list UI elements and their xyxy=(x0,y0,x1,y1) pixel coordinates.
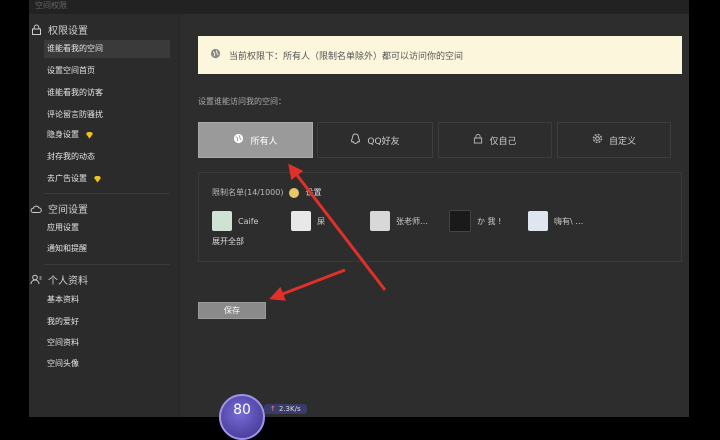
coin-icon xyxy=(289,187,300,198)
option-label: 仅自己 xyxy=(489,136,517,147)
sidebar-item-label: 应用设置 xyxy=(47,223,79,232)
friend-name: か 我 ! xyxy=(477,216,502,226)
friend-item[interactable]: Caife xyxy=(212,211,258,231)
sidebar-item-label: 设置空间首页 xyxy=(47,66,95,75)
sidebar-item-label: 谁能看我的空间 xyxy=(47,44,103,53)
sidebar-item-anti-harass[interactable]: 评论留言防骚扰 xyxy=(44,106,170,124)
sidebar-item-label: 空间资料 xyxy=(47,338,79,347)
floating-score-ball[interactable]: 80 xyxy=(219,394,265,440)
sidebar-item-who-can-view[interactable]: 谁能看我的空间 xyxy=(44,40,170,58)
vip-diamond-icon xyxy=(94,175,101,183)
avatar xyxy=(212,211,232,231)
restrict-label: 限制名单(14/1000) xyxy=(212,188,284,197)
sidebar-item-label: 隐身设置 xyxy=(47,130,79,139)
sidebar-item-invisible[interactable]: 隐身设置 xyxy=(44,126,170,144)
sidebar-item-label: 去广告设置 xyxy=(47,174,87,183)
person-icon xyxy=(30,274,42,286)
sidebar-item-label: 基本资料 xyxy=(47,295,79,304)
score-value: 80 xyxy=(233,402,251,418)
sidebar-item-visitors[interactable]: 谁能看我的访客 xyxy=(44,84,170,102)
friend-name: 张老师… xyxy=(396,216,428,226)
sidebar-item-basic-info[interactable]: 基本资料 xyxy=(44,291,170,309)
net-speed-badge: ↑ 2.3K/s xyxy=(264,404,307,414)
group-header-space: 空间设置 xyxy=(30,201,88,216)
option-only-me[interactable]: 仅自己 xyxy=(438,122,552,158)
avatar xyxy=(449,210,471,232)
sidebar-item-remove-ads[interactable]: 去广告设置 xyxy=(44,170,170,188)
vip-diamond-icon xyxy=(86,131,93,139)
restrict-panel xyxy=(198,172,682,262)
qq-icon xyxy=(350,132,361,148)
sidebar-item-homepage[interactable]: 设置空间首页 xyxy=(44,62,170,80)
avatar xyxy=(528,211,548,231)
sidebar-item-label: 评论留言防骚扰 xyxy=(47,110,103,119)
sidebar-item-notifications[interactable]: 通知和提醒 xyxy=(44,240,170,258)
option-everyone[interactable]: 所有人 xyxy=(198,122,313,158)
notice-text: 当前权限下：所有人（限制名单除外）都可以访问你的空间 xyxy=(229,51,464,62)
gear-icon xyxy=(592,133,603,147)
avatar xyxy=(370,211,390,231)
sidebar-item-hobbies[interactable]: 我的爱好 xyxy=(44,313,170,331)
cloud-icon xyxy=(30,203,42,215)
globe-icon xyxy=(210,48,221,62)
group-title: 空间设置 xyxy=(48,205,88,216)
group-header-profile: 个人资料 xyxy=(30,272,88,287)
divider xyxy=(44,264,170,265)
lock-icon xyxy=(30,24,42,36)
group-header-permissions: 权限设置 xyxy=(30,22,88,37)
friend-name: 嗨有\ … xyxy=(554,216,584,226)
sidebar-item-app-settings[interactable]: 应用设置 xyxy=(44,219,170,237)
restrict-settings-link[interactable]: 设置 xyxy=(305,187,321,198)
lock-icon xyxy=(473,133,483,147)
expand-all-link[interactable]: 展开全部 xyxy=(212,236,244,247)
section-label: 设置谁能访问我的空间： xyxy=(198,97,286,106)
sidebar-item-space-avatar[interactable]: 空间头像 xyxy=(44,355,170,373)
sidebar-item-label: 我的爱好 xyxy=(47,317,79,326)
option-label: 所有人 xyxy=(250,136,278,147)
window-title: 空间权限 xyxy=(35,1,67,10)
avatar xyxy=(291,211,311,231)
option-label: 自定义 xyxy=(608,136,636,147)
sidebar-item-space-info[interactable]: 空间资料 xyxy=(44,334,170,352)
title-bar: 空间权限 xyxy=(29,0,689,14)
friend-item[interactable]: 张老师… xyxy=(370,211,428,231)
divider xyxy=(44,193,170,194)
permission-notice: 当前权限下：所有人（限制名单除外）都可以访问你的空间 xyxy=(198,36,682,74)
upload-arrow-icon: ↑ xyxy=(270,405,276,413)
option-custom[interactable]: 自定义 xyxy=(557,122,671,158)
friend-name: 屎 xyxy=(317,216,325,226)
speed-value: 2.3K/s xyxy=(278,405,301,413)
option-label: QQ好友 xyxy=(367,136,400,147)
sidebar-item-label: 封存我的动态 xyxy=(47,152,95,161)
sidebar-item-archive[interactable]: 封存我的动态 xyxy=(44,148,170,166)
sidebar-item-label: 空间头像 xyxy=(47,359,79,368)
group-title: 权限设置 xyxy=(48,26,88,37)
friend-item[interactable]: 嗨有\ … xyxy=(528,211,583,231)
globe-icon xyxy=(233,133,244,147)
friend-name: Caife xyxy=(238,216,259,226)
sidebar-item-label: 通知和提醒 xyxy=(47,244,87,253)
friend-item[interactable]: か 我 ! xyxy=(449,210,502,232)
sidebar-item-label: 谁能看我的访客 xyxy=(47,88,103,97)
friend-item[interactable]: 屎 xyxy=(291,211,325,231)
restrict-list-header: 限制名单(14/1000) 设置 xyxy=(212,187,321,198)
group-title: 个人资料 xyxy=(48,276,88,287)
option-qq-friends[interactable]: QQ好友 xyxy=(317,122,433,158)
save-button[interactable]: 保存 xyxy=(198,302,266,319)
